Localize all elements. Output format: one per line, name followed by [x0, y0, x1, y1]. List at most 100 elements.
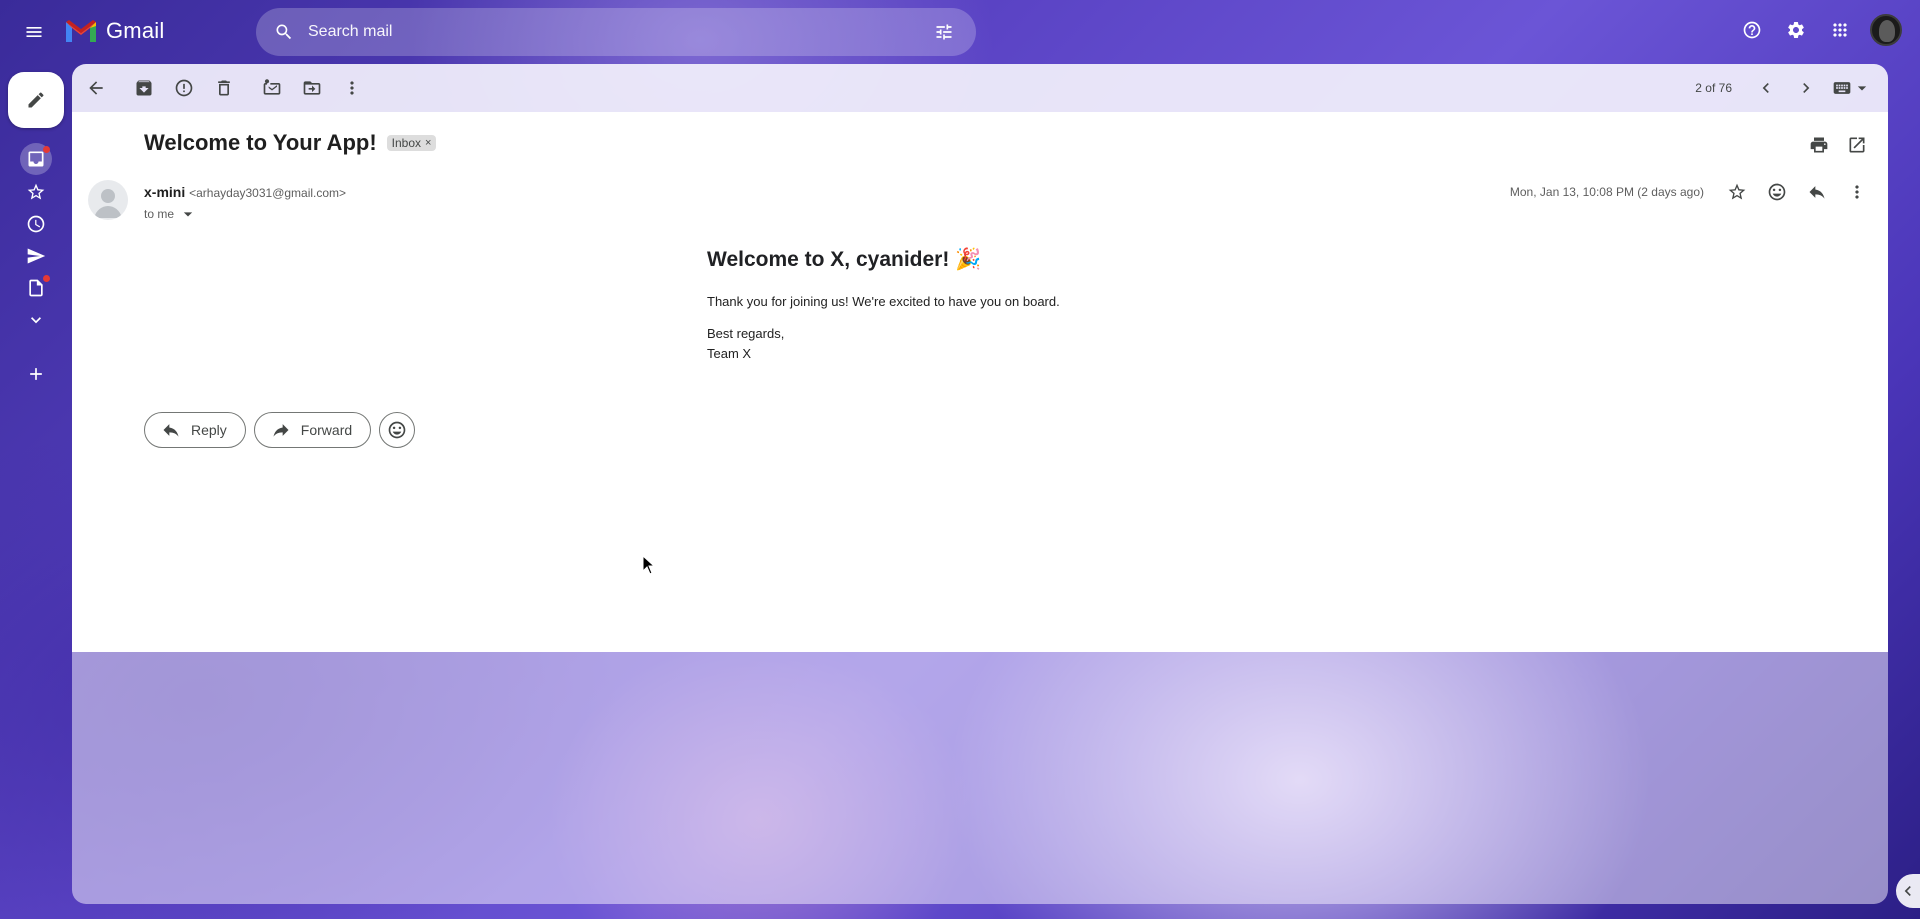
forward-button[interactable]: Forward — [253, 412, 372, 448]
archive-button[interactable] — [124, 68, 164, 108]
send-icon — [27, 248, 46, 264]
print-icon — [1810, 137, 1828, 153]
recipient-text: to me — [144, 207, 175, 221]
nav-more[interactable] — [20, 304, 52, 336]
older-button[interactable] — [1786, 68, 1826, 108]
delete-button[interactable] — [204, 68, 244, 108]
gmail-wordmark: Gmail — [106, 18, 165, 43]
folder-move-icon — [303, 81, 321, 95]
body-signature: Team X — [707, 346, 752, 361]
report-spam-button[interactable] — [164, 68, 204, 108]
move-to-button[interactable] — [292, 68, 332, 108]
gmail-m-icon — [66, 20, 96, 42]
nav-snoozed[interactable] — [20, 208, 52, 240]
hamburger-icon — [26, 27, 42, 37]
more-actions-button[interactable] — [332, 68, 372, 108]
more-vert-icon — [350, 81, 354, 95]
emoji-icon — [1768, 183, 1786, 201]
person-icon — [94, 189, 122, 218]
emoji-icon — [388, 421, 406, 439]
apps-grid-icon — [1833, 23, 1847, 37]
sender-email: <arhayday3031@gmail.com> — [189, 186, 347, 200]
help-icon — [1743, 21, 1761, 39]
open-new-window-button[interactable] — [1842, 130, 1872, 160]
reply-actions: Reply Forward — [144, 412, 416, 448]
nav-sent[interactable] — [20, 240, 52, 272]
chevron-left-icon — [1904, 886, 1911, 896]
tune-icon — [936, 24, 952, 40]
inbox-icon — [28, 151, 44, 167]
emoji-reaction-button[interactable] — [379, 412, 416, 448]
search-bar[interactable] — [256, 8, 976, 56]
details-dropdown-icon[interactable] — [178, 204, 198, 224]
input-tools-button[interactable] — [1832, 78, 1872, 98]
message-meta: Mon, Jan 13, 10:08 PM (2 days ago) — [1510, 177, 1872, 207]
search-options-button[interactable] — [920, 8, 968, 56]
settings-button[interactable] — [1776, 10, 1816, 50]
forward-label: Forward — [300, 422, 353, 438]
side-panel-toggle[interactable] — [1896, 874, 1920, 908]
body-text: Thank you for joining us! We're excited … — [707, 294, 1060, 309]
inbox-label-chip[interactable]: Inbox × — [386, 135, 437, 151]
reply-icon — [163, 424, 179, 437]
newer-button[interactable] — [1746, 68, 1786, 108]
nav-inbox[interactable] — [20, 143, 52, 175]
clock-icon — [27, 215, 45, 233]
open-in-new-icon — [1849, 137, 1865, 153]
pager-count: 2 of 76 — [1695, 81, 1732, 95]
reply-label: Reply — [191, 422, 227, 438]
message-content: Welcome to Your App! Inbox × x-mini <arh… — [72, 112, 1888, 652]
trash-icon — [218, 80, 230, 96]
body-signoff: Best regards, — [707, 326, 785, 341]
mark-unread-icon — [263, 79, 281, 95]
mark-unread-button[interactable] — [252, 68, 292, 108]
main-menu-button[interactable] — [14, 12, 54, 52]
nav-drafts[interactable] — [20, 272, 52, 304]
sender-avatar[interactable] — [88, 180, 128, 220]
print-all-button[interactable] — [1804, 130, 1834, 160]
apps-button[interactable] — [1820, 10, 1860, 50]
unread-dot — [43, 146, 50, 153]
plus-icon — [30, 368, 42, 380]
back-button[interactable] — [76, 68, 116, 108]
remove-label-button[interactable]: × — [425, 137, 431, 149]
add-reaction-button[interactable] — [1762, 177, 1792, 207]
keyboard-icon — [1833, 82, 1851, 94]
nav-starred[interactable] — [20, 176, 52, 208]
search-input[interactable] — [308, 8, 920, 56]
more-vert-icon — [1855, 185, 1859, 199]
top-right-actions — [1732, 10, 1902, 50]
archive-icon — [136, 80, 152, 96]
message-toolbar: 2 of 76 — [72, 64, 1888, 112]
search-icon — [276, 24, 292, 40]
caret-down-icon — [1857, 86, 1867, 91]
account-avatar[interactable] — [1870, 14, 1902, 46]
reply-icon-button[interactable] — [1802, 177, 1832, 207]
gear-icon — [1788, 21, 1804, 38]
message-panel: 2 of 76 Welcome to Your App! Inbox × x-m… — [72, 64, 1888, 904]
sender-name[interactable]: x-mini — [144, 184, 185, 200]
drafts-dot — [43, 275, 50, 282]
search-button[interactable] — [260, 8, 308, 56]
chevron-right-icon — [1803, 83, 1810, 93]
star-outline-icon — [1728, 183, 1746, 200]
support-button[interactable] — [1732, 10, 1772, 50]
add-label-button[interactable] — [20, 358, 52, 390]
recipient-line: to me — [144, 204, 198, 224]
reply-button[interactable]: Reply — [144, 412, 246, 448]
message-date: Mon, Jan 13, 10:08 PM (2 days ago) — [1509, 185, 1704, 199]
draft-icon — [29, 279, 43, 297]
message-more-button[interactable] — [1842, 177, 1872, 207]
compose-button[interactable] — [8, 72, 64, 128]
email-subject: Welcome to Your App! — [144, 130, 377, 155]
report-icon — [175, 79, 193, 97]
forward-icon — [273, 424, 289, 437]
message-body: Welcome to X, cyanider! 🎉 Thank you for … — [707, 248, 1407, 364]
top-bar: Gmail — [0, 0, 1920, 64]
star-button[interactable] — [1722, 177, 1752, 207]
gmail-logo[interactable]: Gmail — [64, 18, 164, 44]
sender-line: x-mini <arhayday3031@gmail.com> — [144, 184, 346, 200]
panel-background — [72, 652, 1888, 904]
reply-icon — [1809, 186, 1825, 199]
chevron-left-icon — [1762, 83, 1769, 93]
